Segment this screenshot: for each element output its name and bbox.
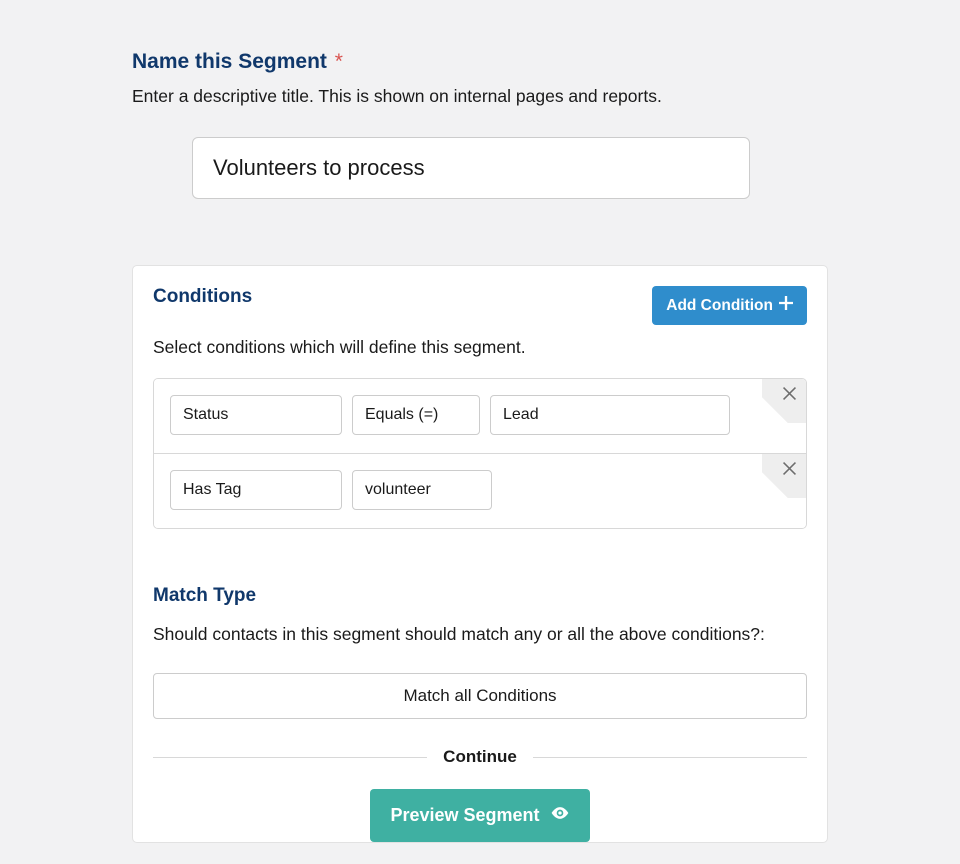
delete-condition-button[interactable] bbox=[778, 460, 800, 482]
close-icon bbox=[783, 462, 796, 480]
title-description: Enter a descriptive title. This is shown… bbox=[132, 86, 828, 107]
required-star-icon: * bbox=[335, 50, 343, 73]
match-type-select[interactable]: Match all Conditions bbox=[153, 673, 807, 719]
preview-segment-button[interactable]: Preview Segment bbox=[370, 789, 589, 842]
conditions-description: Select conditions which will define this… bbox=[153, 337, 807, 358]
preview-segment-label: Preview Segment bbox=[390, 805, 539, 826]
add-condition-label: Add Condition bbox=[666, 297, 773, 315]
divider-line bbox=[533, 757, 807, 758]
segment-name-input[interactable] bbox=[192, 137, 750, 199]
condition-row: Has Tag volunteer bbox=[154, 453, 806, 528]
condition-row: Status Equals (=) Lead bbox=[154, 379, 806, 453]
match-type-description: Should contacts in this segment should m… bbox=[153, 621, 807, 647]
continue-label: Continue bbox=[443, 747, 517, 767]
divider-line bbox=[153, 757, 427, 758]
condition-field-select[interactable]: Status bbox=[170, 395, 342, 435]
add-condition-button[interactable]: Add Condition bbox=[652, 286, 807, 325]
match-type-heading: Match Type bbox=[153, 585, 807, 607]
condition-field-select[interactable]: Has Tag bbox=[170, 470, 342, 510]
close-icon bbox=[783, 387, 796, 405]
condition-list: Status Equals (=) Lead Has Tag volunteer bbox=[153, 378, 807, 529]
conditions-card: Conditions Add Condition Select conditio… bbox=[132, 265, 828, 843]
condition-value-select[interactable]: Lead bbox=[490, 395, 730, 435]
delete-condition-button[interactable] bbox=[778, 385, 800, 407]
eye-icon bbox=[550, 803, 570, 828]
plus-icon bbox=[779, 296, 793, 315]
condition-operator-select[interactable]: Equals (=) bbox=[352, 395, 480, 435]
conditions-heading: Conditions bbox=[153, 286, 252, 308]
page-title: Name this Segment * bbox=[132, 50, 828, 74]
condition-value-input[interactable]: volunteer bbox=[352, 470, 492, 510]
title-text: Name this Segment bbox=[132, 50, 327, 73]
continue-divider: Continue bbox=[153, 747, 807, 767]
